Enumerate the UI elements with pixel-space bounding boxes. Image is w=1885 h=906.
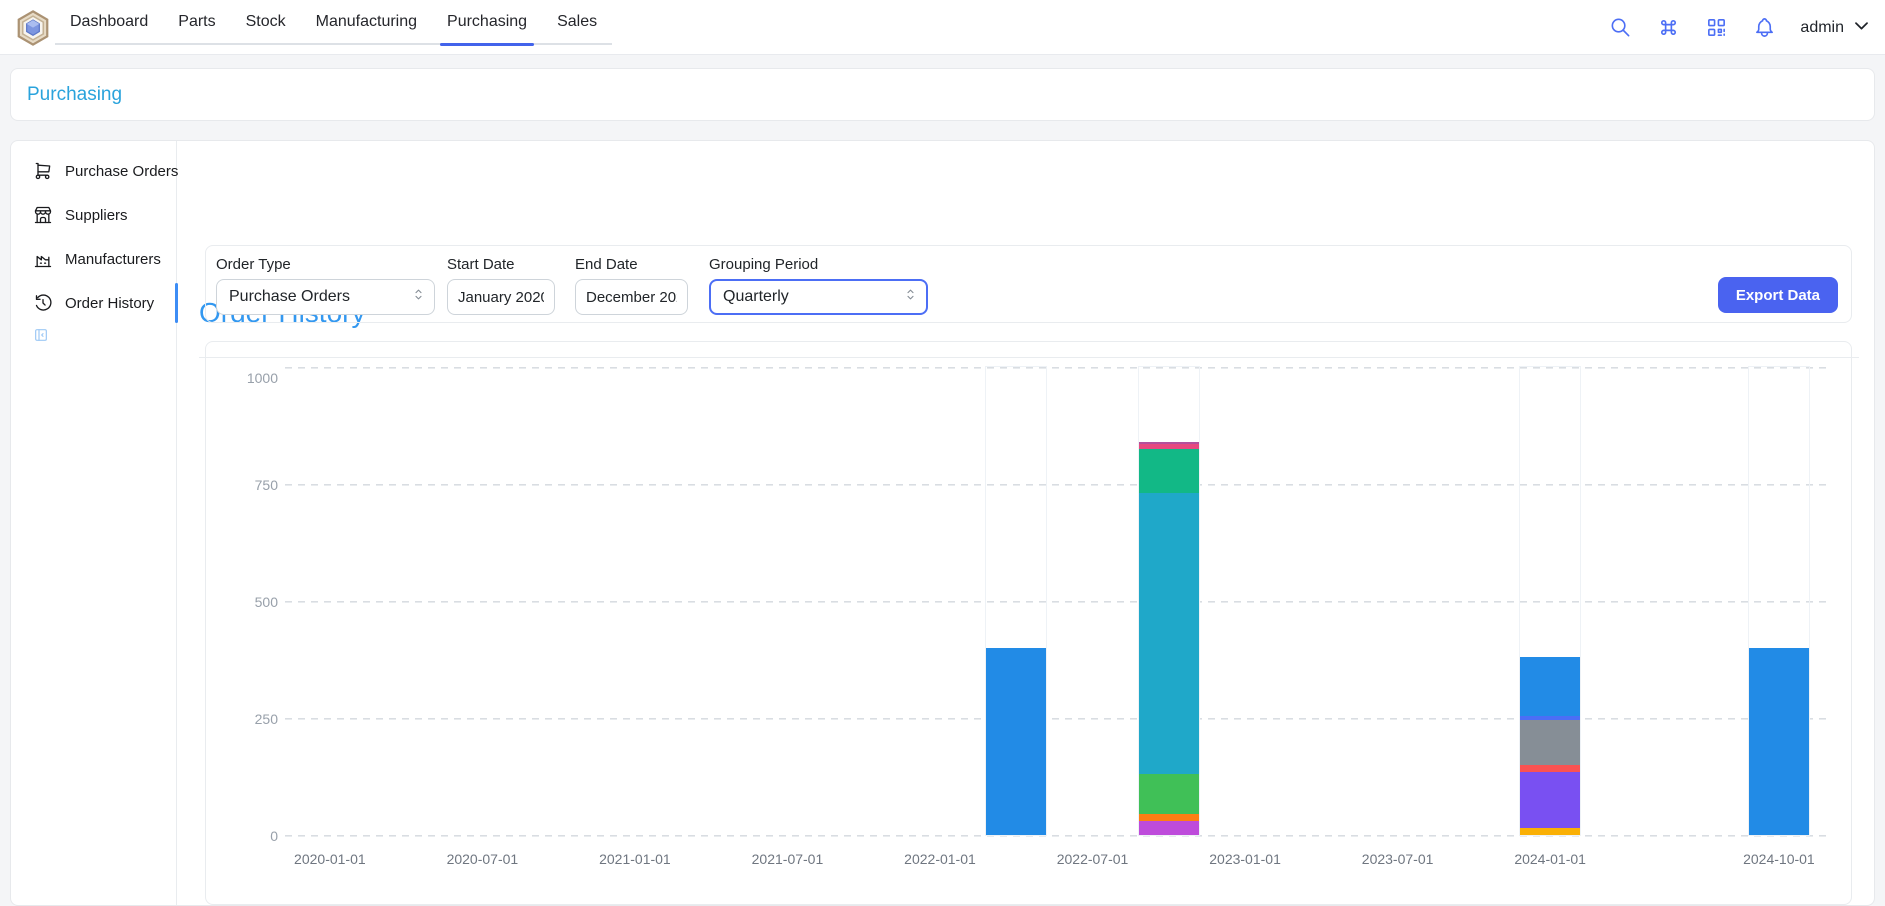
sidebar-item-manufacturers[interactable]: Manufacturers: [11, 237, 176, 281]
notifications-icon[interactable]: [1752, 16, 1776, 40]
tab-sales[interactable]: Sales: [542, 0, 612, 44]
gridline-y-250: [285, 718, 1832, 720]
main-panel: Purchase Orders Suppliers Manufacturers Ord…: [10, 140, 1875, 906]
bar-segment: [1520, 828, 1580, 835]
sidebar-item-label: Suppliers: [65, 207, 128, 224]
x-axis-label: 2021-07-01: [752, 851, 824, 867]
bar-segment: [1139, 774, 1199, 814]
breadcrumb-bar: Purchasing: [10, 68, 1875, 121]
y-axis-label: 1000: [228, 370, 278, 386]
sidebar-collapse-icon[interactable]: [33, 327, 49, 343]
tab-manufacturing[interactable]: Manufacturing: [301, 0, 432, 44]
user-menu[interactable]: admin: [1800, 16, 1871, 40]
sidebar-item-order-history[interactable]: Order History: [11, 281, 176, 325]
gridline-y-500: [285, 601, 1832, 603]
shopping-cart-icon: [33, 161, 53, 181]
order-history-chart: 0 250 500 750 1000 2020-01-01 2020-07-01 2021-…: [205, 341, 1852, 905]
start-date-input[interactable]: [447, 279, 555, 315]
navbar-actions: admin: [1608, 0, 1871, 55]
y-axis-label: 0: [228, 828, 278, 844]
chart-bar-2024-10-01[interactable]: [1749, 367, 1809, 835]
bar-segment: [1139, 821, 1199, 835]
sidebar-item-suppliers[interactable]: Suppliers: [11, 193, 176, 237]
bar-segment: [1520, 765, 1580, 772]
x-axis-label: 2024-01-01: [1514, 851, 1586, 867]
chevron-down-icon: [1852, 16, 1871, 40]
x-axis-label: 2023-01-01: [1209, 851, 1281, 867]
order-type-value: Purchase Orders: [229, 288, 350, 306]
tab-dashboard[interactable]: Dashboard: [55, 0, 163, 44]
filter-bar: Order Type Purchase Orders Start Date En…: [205, 245, 1852, 323]
breadcrumb[interactable]: Purchasing: [27, 84, 122, 106]
bar-segment: [1139, 814, 1199, 821]
end-date-input[interactable]: [575, 279, 688, 315]
factory-icon: [33, 249, 53, 269]
start-date-label: Start Date: [447, 256, 555, 273]
y-axis-label: 750: [228, 477, 278, 493]
sidebar-item-label: Manufacturers: [65, 251, 161, 268]
sidebar-item-label: Purchase Orders: [65, 163, 178, 180]
y-axis-label: 500: [228, 594, 278, 610]
x-axis-label: 2022-01-01: [904, 851, 976, 867]
order-type-select[interactable]: Purchase Orders: [216, 279, 435, 315]
x-axis-label: 2022-07-01: [1057, 851, 1129, 867]
qrcode-scan-icon[interactable]: [1704, 16, 1728, 40]
x-axis-label: 2024-10-01: [1743, 851, 1815, 867]
grouping-period-value: Quarterly: [723, 288, 789, 306]
y-axis-label: 250: [228, 711, 278, 727]
chart-plot-area: [285, 367, 1832, 835]
bar-segment: [1520, 657, 1580, 716]
sidebar: Purchase Orders Suppliers Manufacturers Ord…: [11, 141, 177, 905]
tab-stock[interactable]: Stock: [231, 0, 301, 44]
export-data-button[interactable]: Export Data: [1718, 277, 1838, 313]
x-axis-label: 2020-07-01: [447, 851, 519, 867]
sidebar-item-label: Order History: [65, 295, 154, 312]
x-axis-label: 2020-01-01: [294, 851, 366, 867]
app-logo-icon[interactable]: [14, 9, 52, 47]
chart-bar-2022-04-01[interactable]: [986, 367, 1046, 835]
user-name: admin: [1800, 19, 1844, 37]
x-axis-label: 2023-07-01: [1362, 851, 1434, 867]
bar-segment: [1520, 772, 1580, 828]
end-date-label: End Date: [575, 256, 688, 273]
storefront-icon: [33, 205, 53, 225]
bar-segment: [1749, 648, 1809, 835]
search-icon[interactable]: [1608, 16, 1632, 40]
main-nav-tabs: DashboardPartsStockManufacturingPurchasi…: [55, 0, 612, 45]
sidebar-item-purchase-orders[interactable]: Purchase Orders: [11, 149, 176, 193]
chart-bar-2022-10-01[interactable]: [1139, 367, 1199, 835]
bar-segment: [1520, 720, 1580, 764]
grouping-period-select[interactable]: Quarterly: [709, 279, 928, 315]
history-icon: [33, 293, 53, 313]
gridline-y-1000: [285, 367, 1832, 369]
selector-chevrons-icon: [903, 287, 918, 307]
order-type-label: Order Type: [216, 256, 435, 273]
bar-segment: [986, 648, 1046, 835]
command-palette-icon[interactable]: [1656, 16, 1680, 40]
selector-chevrons-icon: [411, 287, 426, 307]
top-navbar: DashboardPartsStockManufacturingPurchasi…: [0, 0, 1885, 55]
bar-segment: [1139, 493, 1199, 774]
gridline-y-750: [285, 484, 1832, 486]
tab-purchasing[interactable]: Purchasing: [432, 0, 542, 44]
chart-bar-2024-01-01[interactable]: [1520, 367, 1580, 835]
gridline-y-0: [285, 835, 1832, 837]
x-axis-label: 2021-01-01: [599, 851, 671, 867]
grouping-period-label: Grouping Period: [709, 256, 928, 273]
bar-segment: [1139, 449, 1199, 493]
tab-parts[interactable]: Parts: [163, 0, 230, 44]
